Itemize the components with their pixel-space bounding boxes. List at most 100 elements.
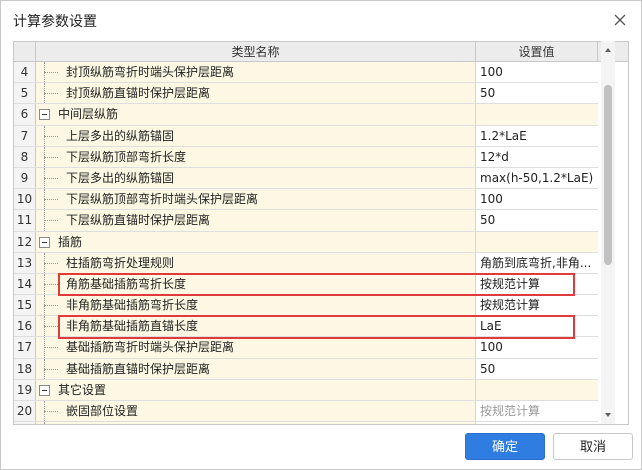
- table-row[interactable]: 7 上层多出的纵筋锚固 1.2*LaE: [14, 125, 598, 147]
- row-number: 5: [14, 83, 36, 104]
- tree-branch-line: [44, 135, 58, 137]
- tree-connector-line: [44, 422, 45, 424]
- tree-branch-line: [44, 347, 58, 349]
- table-row[interactable]: 10 下层纵筋顶部弯折时端头保护层距离 100: [14, 189, 598, 211]
- header-type-name[interactable]: 类型名称: [36, 42, 476, 62]
- grid-header: 类型名称 设置值: [14, 42, 628, 62]
- table-row[interactable]: 8 下层纵筋顶部弯折长度 12*d: [14, 146, 598, 168]
- confirm-button[interactable]: 确定: [465, 433, 545, 460]
- tree-branch-line: [44, 283, 58, 285]
- table-row[interactable]: 4 封顶纵筋弯折时端头保护层距离 100: [14, 62, 598, 84]
- tree-branch-line: [44, 93, 58, 95]
- type-name-cell[interactable]: 基础插筋直锚时保护层距离: [36, 358, 476, 379]
- parameter-label: 非角筋基础插筋弯折长度: [66, 298, 199, 313]
- type-name-cell[interactable]: 基础插筋弯折时端头保护层距离: [36, 337, 476, 358]
- setting-value-cell[interactable]: 100: [476, 337, 598, 358]
- row-number: 10: [14, 189, 36, 210]
- setting-value-cell[interactable]: 按规范计算: [476, 422, 598, 424]
- header-setting-value[interactable]: 设置值: [476, 42, 598, 62]
- type-name-cell[interactable]: 上层多出的纵筋锚固: [36, 125, 476, 146]
- header-row-number-cell: [14, 42, 36, 62]
- row-number: 16: [14, 316, 36, 337]
- type-name-cell[interactable]: 下层纵筋顶部弯折时端头保护层距离: [36, 189, 476, 210]
- table-row[interactable]: 13 柱插筋弯折处理规则 角筋到底弯折,非角...: [14, 252, 598, 274]
- table-row[interactable]: 14 角筋基础插筋弯折长度 按规范计算: [14, 273, 598, 296]
- type-name-cell[interactable]: 下层纵筋直锚时保护层距离: [36, 210, 476, 231]
- dialog-title: 计算参数设置: [13, 14, 97, 30]
- vertical-scrollbar[interactable]: [601, 41, 615, 424]
- table-row[interactable]: 17 基础插筋弯折时端头保护层距离 100: [14, 337, 598, 359]
- setting-value-cell[interactable]: 按规范计算: [476, 273, 598, 295]
- row-number: 8: [14, 146, 36, 167]
- type-name-cell[interactable]: 下层多出的纵筋锚固: [36, 167, 476, 189]
- setting-value-cell[interactable]: [476, 231, 598, 252]
- type-name-cell[interactable]: 封顶纵筋弯折时端头保护层距离: [36, 62, 476, 83]
- settings-dialog: 计算参数设置 类型名称 设置值 4 封顶纵筋弯折时端头保护层距离 100 5 封顶纵筋直…: [0, 0, 642, 470]
- setting-value-cell[interactable]: [476, 379, 598, 400]
- title-bar: 计算参数设置: [1, 1, 641, 39]
- setting-value-cell[interactable]: 50: [476, 83, 598, 104]
- type-name-cell[interactable]: 封顶纵筋直锚时保护层距离: [36, 83, 476, 104]
- collapse-icon[interactable]: [39, 236, 50, 248]
- tree-branch-line: [44, 156, 58, 158]
- type-name-cell[interactable]: 中间层纵筋: [36, 104, 476, 125]
- parameter-label: 封顶纵筋直锚时保护层距离: [66, 86, 211, 101]
- scrollbar-thumb[interactable]: [604, 85, 612, 265]
- table-row[interactable]: 18 基础插筋直锚时保护层距离 50: [14, 358, 598, 380]
- type-name-cell[interactable]: 角筋基础插筋弯折长度: [36, 273, 476, 295]
- type-name-cell[interactable]: 非角筋基础插筋直锚长度: [36, 316, 476, 337]
- table-row[interactable]: 21 柱纵长度 按规范计算: [14, 422, 598, 424]
- table-row[interactable]: 11 下层纵筋直锚时保护层距离 50: [14, 210, 598, 232]
- row-number: 19: [14, 379, 36, 400]
- type-name-cell[interactable]: 非角筋基础插筋弯折长度: [36, 295, 476, 316]
- tree-branch-line: [44, 368, 58, 370]
- table-row[interactable]: 9 下层多出的纵筋锚固 max(h-50,1.2*LaE): [14, 167, 598, 190]
- row-number: 20: [14, 401, 36, 422]
- row-number: 12: [14, 231, 36, 252]
- table-row[interactable]: 5 封顶纵筋直锚时保护层距离 50: [14, 83, 598, 105]
- type-name-cell[interactable]: 柱插筋弯折处理规则: [36, 252, 476, 273]
- scroll-up-arrow-icon[interactable]: [601, 43, 615, 57]
- type-name-cell[interactable]: 其它设置: [36, 379, 476, 400]
- tree-branch-line: [44, 72, 58, 73]
- setting-value-cell[interactable]: [476, 104, 598, 125]
- setting-value-cell[interactable]: LaE: [476, 316, 598, 337]
- parameter-label: 角筋基础插筋弯折长度: [66, 276, 187, 291]
- table-row[interactable]: 15 非角筋基础插筋弯折长度 按规范计算: [14, 295, 598, 317]
- parameter-label: 嵌固部位设置: [66, 404, 139, 418]
- type-name-cell[interactable]: 柱纵长度: [36, 422, 476, 424]
- row-number: 15: [14, 295, 36, 316]
- setting-value-cell[interactable]: 100: [476, 189, 598, 210]
- group-row[interactable]: 19 其它设置: [14, 379, 598, 401]
- row-number: 14: [14, 273, 36, 295]
- collapse-icon[interactable]: [39, 384, 50, 396]
- setting-value-cell[interactable]: 按规范计算: [476, 401, 598, 422]
- cancel-button[interactable]: 取消: [553, 433, 633, 460]
- tree-branch-line: [44, 305, 58, 307]
- group-row[interactable]: 12 插筋: [14, 231, 598, 253]
- setting-value-cell[interactable]: 100: [476, 62, 598, 83]
- setting-value-cell[interactable]: 角筋到底弯折,非角...: [476, 252, 598, 273]
- close-button[interactable]: [607, 7, 633, 33]
- parameter-label: 上层多出的纵筋锚固: [66, 128, 175, 143]
- parameter-label: 下层纵筋顶部弯折长度: [66, 149, 187, 164]
- setting-value-cell[interactable]: 1.2*LaE: [476, 125, 598, 146]
- group-row[interactable]: 6 中间层纵筋: [14, 104, 598, 126]
- type-name-cell[interactable]: 嵌固部位设置: [36, 401, 476, 422]
- setting-value-cell[interactable]: 50: [476, 358, 598, 379]
- parameter-label: 柱插筋弯折处理规则: [66, 255, 175, 270]
- setting-value-cell[interactable]: 50: [476, 210, 598, 231]
- tree-branch-line: [44, 326, 58, 328]
- table-row[interactable]: 16 非角筋基础插筋直锚长度 LaE: [14, 316, 598, 338]
- row-number: 4: [14, 62, 36, 83]
- collapse-icon[interactable]: [39, 109, 50, 121]
- setting-value-cell[interactable]: max(h-50,1.2*LaE): [476, 167, 598, 189]
- parameter-label: 下层纵筋顶部弯折时端头保护层距离: [66, 192, 259, 207]
- tree-branch-line: [44, 177, 58, 179]
- type-name-cell[interactable]: 下层纵筋顶部弯折长度: [36, 146, 476, 167]
- scroll-down-arrow-icon[interactable]: [601, 408, 615, 422]
- table-row[interactable]: 20 嵌固部位设置按规范计算: [14, 401, 598, 423]
- setting-value-cell[interactable]: 按规范计算: [476, 295, 598, 316]
- type-name-cell[interactable]: 插筋: [36, 231, 476, 252]
- setting-value-cell[interactable]: 12*d: [476, 146, 598, 167]
